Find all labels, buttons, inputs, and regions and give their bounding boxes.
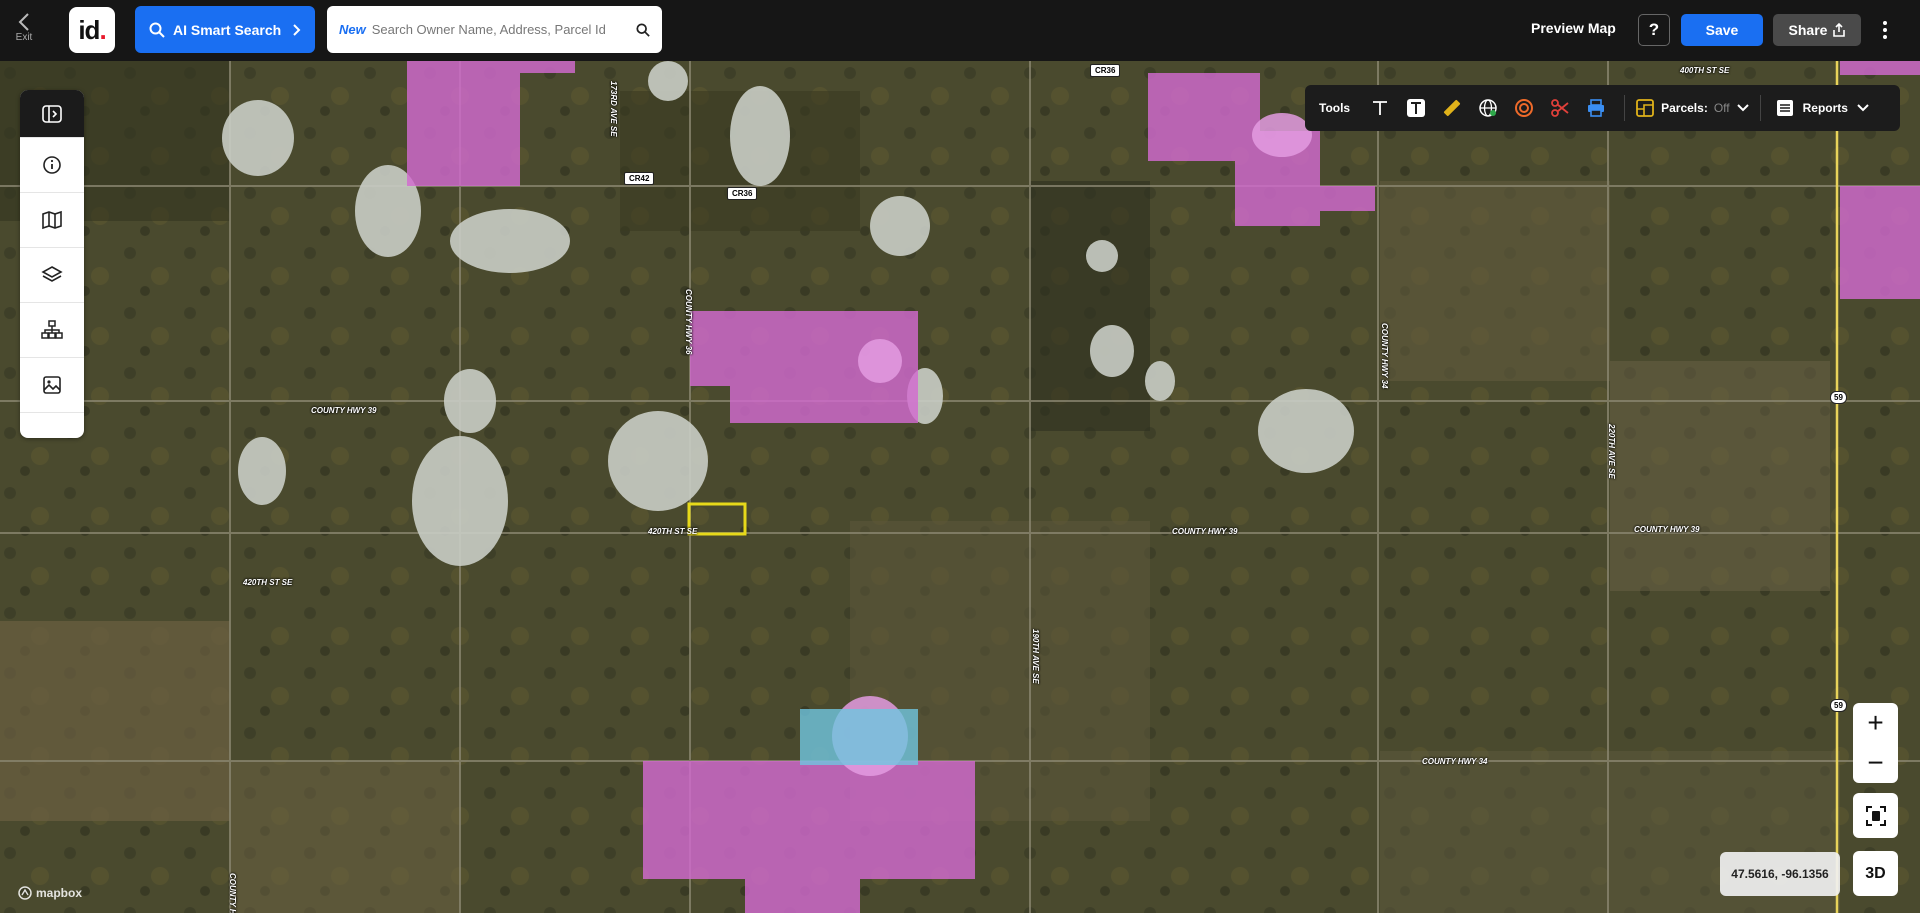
exit-button[interactable]: Exit [8,6,40,54]
reports-dropdown[interactable]: Reports [1775,98,1870,118]
parcels-icon [1636,99,1655,117]
radius-tool[interactable] [1506,90,1542,126]
measure-tool[interactable] [1434,90,1470,126]
zoom-in-button[interactable]: + [1853,703,1898,743]
map-book-icon [42,210,62,230]
road-shield-us59-b: 59 [1830,699,1847,712]
chevron-down-icon [1736,104,1749,112]
map-app: Exit id. AI Smart Search New Preview Map… [0,0,1920,913]
radius-icon [1515,99,1534,117]
road-shield-cr36-top: CR36 [1090,64,1121,77]
ruler-icon [1444,99,1461,117]
search-icon [149,22,165,38]
logo-text: id [78,14,100,45]
road-label-county-hwy-10: COUNTY HWY 10 [228,873,237,913]
sidebar-toggle-button[interactable] [20,90,84,138]
globe-tool[interactable] [1470,90,1506,126]
hierarchy-button[interactable] [20,303,84,358]
help-button[interactable]: ? [1638,14,1670,46]
left-tool-panel [20,90,84,438]
top-bar: Exit id. AI Smart Search New Preview Map… [0,0,1920,61]
road-label-county-hwy-34-horizontal: COUNTY HWY 34 [1422,757,1488,766]
text-box-icon [1407,99,1426,117]
save-button[interactable]: Save [1681,14,1763,46]
ai-smart-search-label: AI Smart Search [173,21,282,38]
road-shield-us59-a: 59 [1830,391,1847,404]
tools-bar: Tools Parcels: Off Reports [1305,85,1900,131]
print-icon [1588,99,1605,117]
reports-label: Reports [1802,101,1848,115]
share-icon [1833,23,1846,37]
fit-bounds-icon [1865,805,1886,826]
road-shield-cr36-mid: CR36 [727,187,758,200]
chevron-left-icon [18,13,29,31]
text-box-tool[interactable] [1398,90,1434,126]
mapbox-logo-icon [18,886,32,900]
layers-button[interactable] [20,248,84,303]
share-button[interactable]: Share [1773,14,1861,46]
3d-toggle-button[interactable]: 3D [1853,851,1898,896]
zoom-control: + − [1853,703,1898,783]
parcels-state: Off [1713,101,1730,115]
image-icon [43,376,61,394]
search-input[interactable] [371,22,630,37]
mapbox-attribution[interactable]: mapbox [18,886,82,900]
chevron-right-icon [293,23,301,36]
road-label-county-hwy-39-east: COUNTY HWY 39 [1634,525,1700,534]
info-button[interactable] [20,138,84,193]
image-button[interactable] [20,358,84,413]
fit-bounds-button[interactable] [1853,793,1898,838]
share-label: Share [1788,22,1828,38]
scissors-icon [1551,99,1569,117]
cut-tool[interactable] [1542,90,1578,126]
parcels-label: Parcels: [1661,101,1708,115]
tools-divider [1759,95,1761,121]
road-label-220th-ave: 220TH AVE SE [1607,424,1616,479]
search-bar: New [327,6,662,53]
exit-label: Exit [15,32,33,43]
reports-icon [1776,100,1793,116]
road-label-county-hwy-36: COUNTY HWY 36 [684,289,693,355]
road-label-400th-st: 400TH ST SE [1680,66,1730,75]
layers-icon [41,266,63,282]
road-label-173rd-ave: 173RD AVE SE [609,81,618,137]
zoom-out-button[interactable]: − [1853,743,1898,783]
sidebar-toggle-icon [42,104,62,123]
hierarchy-icon [41,320,63,339]
parcels-toggle[interactable]: Parcels: Off [1635,98,1750,118]
more-options-icon[interactable] [1876,15,1894,45]
ai-smart-search-button[interactable]: AI Smart Search [135,6,315,53]
map-canvas[interactable]: CR36 CR42 CR36 173RD AVE SE 400TH ST SE … [0,61,1920,913]
tools-label: Tools [1319,101,1351,115]
chevron-down-icon [1857,104,1869,112]
preview-map-button[interactable]: Preview Map [1531,20,1616,36]
tools-divider [1624,95,1626,121]
mapbox-label: mapbox [36,886,83,900]
road-label-190th-ave: 190TH AVE SE [1031,629,1040,684]
coordinates-readout: 47.5616, -96.1356 [1720,852,1840,896]
app-logo[interactable]: id. [69,7,115,53]
road-shield-cr42: CR42 [624,172,655,185]
logo-dot: . [99,14,106,45]
map-book-button[interactable] [20,193,84,248]
satellite-imagery [0,61,1920,913]
text-tool[interactable] [1362,90,1398,126]
road-label-420th-st-b: 420TH ST SE [243,578,293,587]
road-label-county-hwy-34-vertical: COUNTY HWY 34 [1380,323,1389,389]
text-icon [1373,101,1388,115]
road-label-420th-st-a: 420TH ST SE [648,527,698,536]
road-label-county-hwy-39-center: COUNTY HWY 39 [1172,527,1238,536]
globe-icon [1479,99,1497,117]
print-tool[interactable] [1578,90,1614,126]
road-label-county-hwy-39-west: COUNTY HWY 39 [311,406,377,415]
info-icon [43,156,61,174]
search-icon[interactable] [636,22,650,37]
new-badge: New [339,22,366,37]
